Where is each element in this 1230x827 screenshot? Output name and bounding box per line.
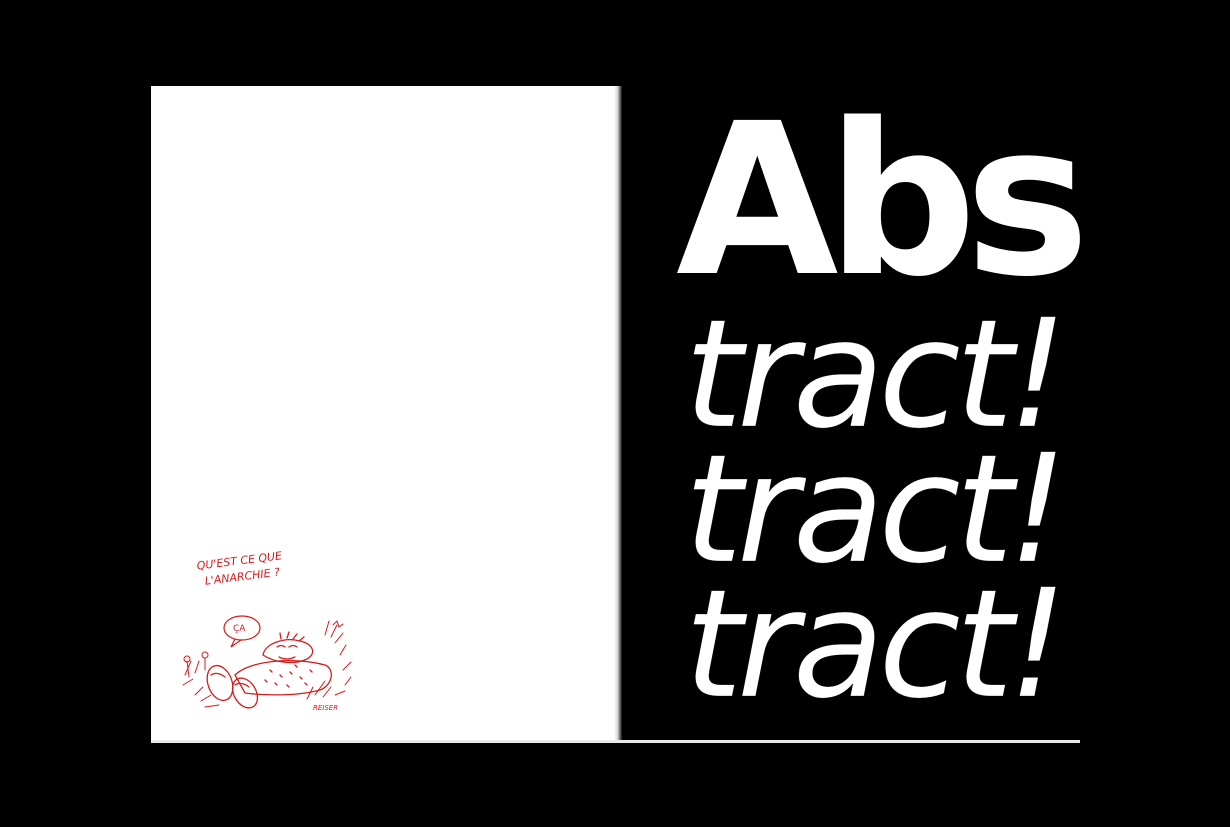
headline-abs: Abs <box>676 78 1090 323</box>
cartoon-signature: REISER <box>313 704 338 712</box>
book-spine <box>614 86 622 743</box>
reclining-figure <box>206 631 332 709</box>
speech-bubble: ÇA <box>223 615 261 648</box>
tract-line-3: tract! <box>684 558 1068 732</box>
page-bottom-edge <box>151 740 1080 743</box>
red-cartoon-illustration: QU'EST CE QUE L'ANARCHIE ? ÇA REISER <box>182 549 352 712</box>
book-spread: Abs tract! tract! tract! QU'EST CE QUE L… <box>0 0 1230 827</box>
speech-bubble-text: ÇA <box>233 624 246 634</box>
